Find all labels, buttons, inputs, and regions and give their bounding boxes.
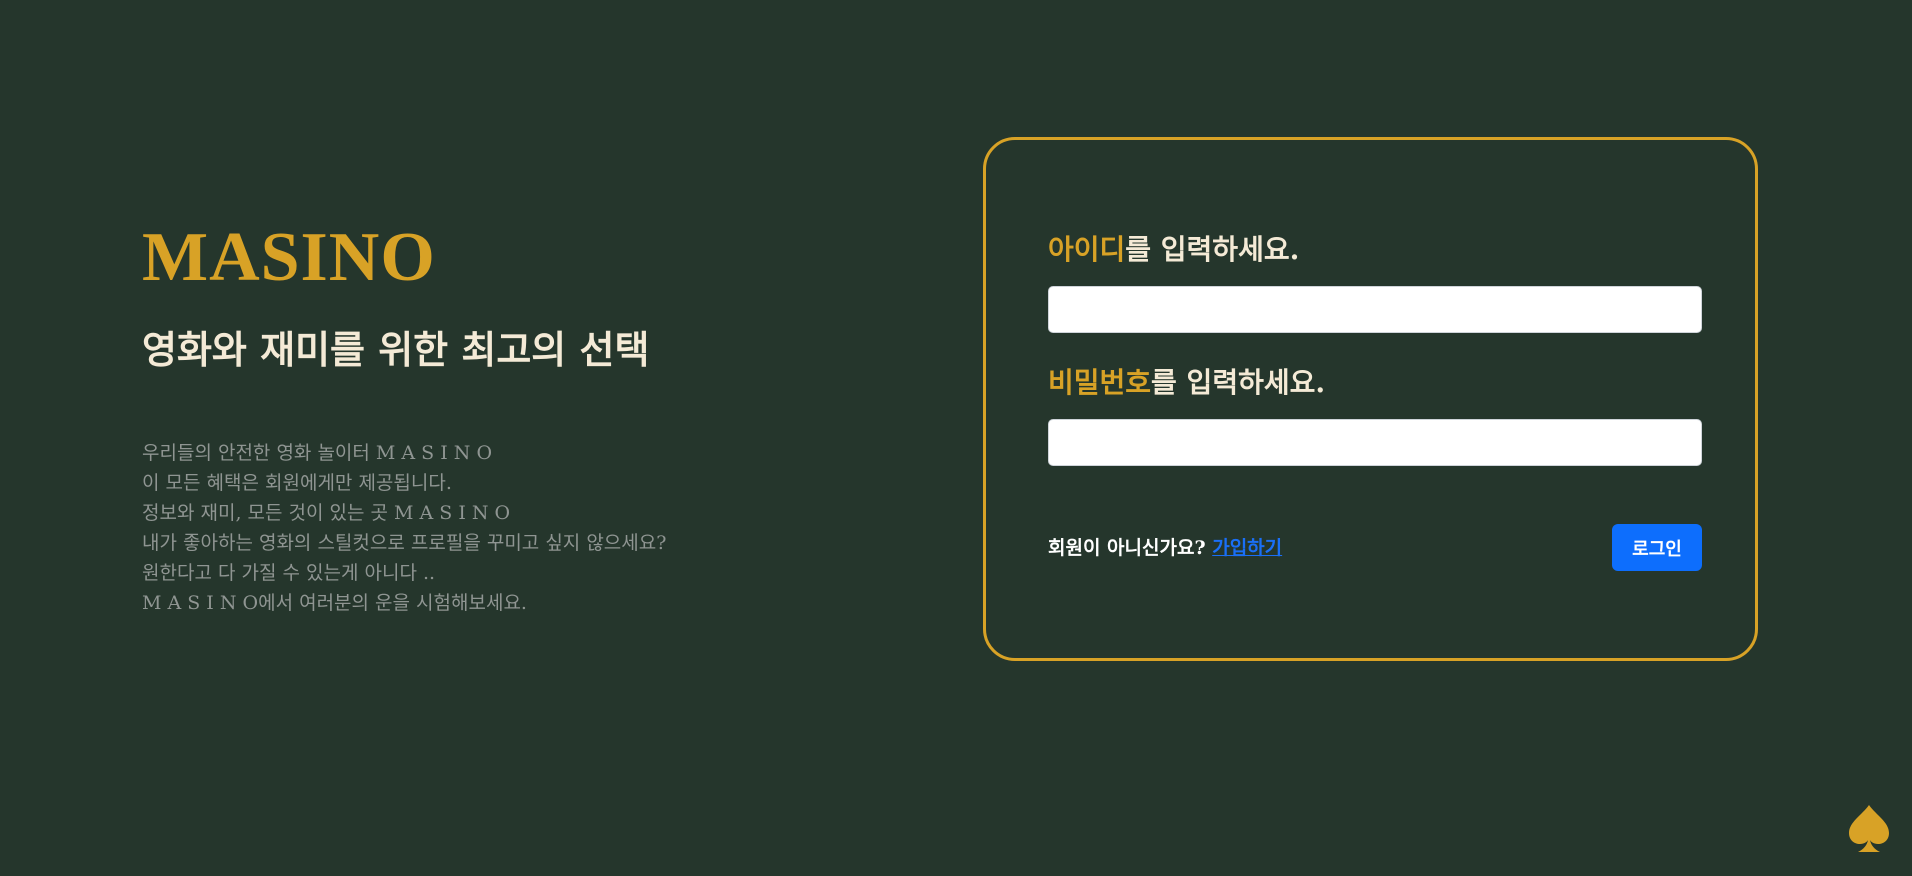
intro-line: M A S I N O에서 여러분의 운을 시험해보세요. — [142, 592, 527, 614]
intro-text: 우리들의 안전한 영화 놀이터 M A S I N O 이 모든 혜택은 회원에… — [142, 438, 782, 618]
intro-line: 이 모든 혜택은 회원에게만 제공됩니다. — [142, 472, 452, 494]
login-card: 아이디를 입력하세요. 비밀번호를 입력하세요. 회원이 아니신가요? 가입하기… — [983, 137, 1758, 661]
signup-prompt: 회원이 아니신가요? — [1048, 537, 1206, 559]
spade-icon — [1849, 805, 1889, 852]
password-label-accent: 비밀번호 — [1048, 366, 1152, 399]
password-label: 비밀번호를 입력하세요. — [1048, 365, 1325, 401]
hero-section: MASINO 영화와 재미를 위한 최고의 선택 우리들의 안전한 영화 놀이터… — [142, 218, 782, 618]
password-input[interactable] — [1048, 419, 1702, 466]
username-label-rest: 를 입력하세요. — [1125, 233, 1300, 266]
username-label: 아이디를 입력하세요. — [1048, 232, 1299, 268]
password-label-rest: 를 입력하세요. — [1151, 366, 1326, 399]
login-button[interactable]: 로그인 — [1612, 524, 1702, 571]
signup-link[interactable]: 가입하기 — [1212, 537, 1282, 559]
username-label-accent: 아이디 — [1048, 233, 1126, 266]
intro-line: 내가 좋아하는 영화의 스틸컷으로 프로필을 꾸미고 싶지 않으세요? — [142, 532, 667, 554]
intro-line: 우리들의 안전한 영화 놀이터 M A S I N O — [142, 442, 493, 464]
username-input[interactable] — [1048, 286, 1702, 333]
intro-line: 원한다고 다 가질 수 있는게 아니다 .. — [142, 562, 436, 584]
signup-prompt-row: 회원이 아니신가요? 가입하기 — [1048, 535, 1282, 561]
brand-logo-text: MASINO — [142, 219, 436, 296]
tagline: 영화와 재미를 위한 최고의 선택 — [142, 327, 650, 372]
intro-line: 정보와 재미, 모든 것이 있는 곳 M A S I N O — [142, 502, 511, 524]
